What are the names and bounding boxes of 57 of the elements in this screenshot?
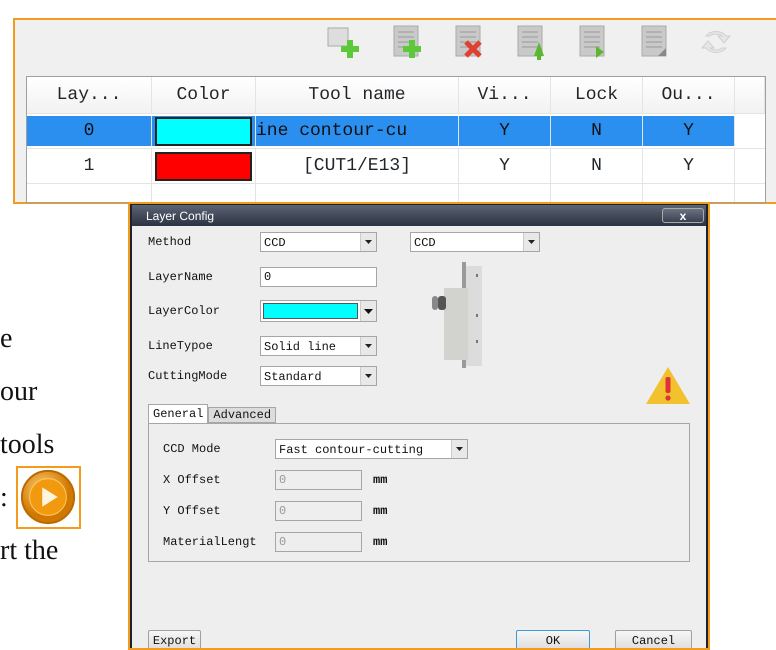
unit-label: mm — [373, 534, 388, 551]
color-swatch[interactable] — [155, 116, 252, 146]
text-fragment: : — [0, 481, 8, 515]
play-icon[interactable] — [16, 466, 81, 529]
column-header[interactable]: Lay... — [27, 77, 152, 113]
unit-label: mm — [373, 472, 388, 489]
dropdown[interactable]: Solid line — [260, 336, 377, 356]
text-fragment: rt the — [0, 534, 58, 568]
table-cell[interactable]: N — [551, 149, 643, 183]
table-cell[interactable]: ine contour-cu — [256, 116, 459, 146]
caret-icon[interactable] — [456, 447, 463, 451]
table-cell[interactable]: 1 — [27, 149, 152, 183]
column-header[interactable]: Vi... — [459, 77, 551, 113]
table-cell[interactable]: [CUT1/E13] — [256, 149, 459, 183]
dialog-button[interactable]: OK — [516, 630, 590, 648]
caret-icon[interactable] — [528, 240, 535, 244]
column-header[interactable]: Color — [152, 77, 256, 113]
column-header[interactable]: Ou... — [643, 77, 735, 113]
tab[interactable]: General — [148, 404, 208, 423]
text-fragment: e — [0, 322, 12, 356]
field-label: LineTypoe — [148, 338, 214, 355]
column-header[interactable]: Lock — [551, 77, 643, 113]
field-label: CCD Mode — [163, 441, 222, 458]
field-label: Y Offset — [163, 503, 222, 520]
caret-icon[interactable] — [364, 308, 373, 314]
field-label: MaterialLengt — [163, 534, 258, 551]
field-label: LayerName — [148, 269, 214, 286]
table-cell[interactable]: Y — [459, 116, 551, 146]
field-label: CuttingMode — [148, 368, 228, 385]
field-label: Method — [148, 234, 192, 251]
caret-icon[interactable] — [365, 240, 372, 244]
color-picker[interactable] — [260, 300, 377, 322]
unit-label: mm — [373, 503, 388, 520]
column-header[interactable]: Tool name — [256, 77, 459, 113]
text-field[interactable]: 0 — [260, 267, 377, 287]
table-cell[interactable]: 0 — [27, 116, 152, 146]
field-label: X Offset — [163, 472, 222, 489]
dropdown[interactable]: Standard — [260, 366, 377, 386]
close-button[interactable]: x — [662, 208, 704, 223]
table-cell[interactable]: Y — [459, 149, 551, 183]
color-swatch[interactable] — [155, 152, 252, 180]
dropdown[interactable]: CCD — [410, 232, 540, 252]
caret-icon[interactable] — [365, 374, 372, 378]
text-fragment: tools — [0, 428, 54, 462]
caret-icon[interactable] — [365, 344, 372, 348]
dropdown[interactable]: CCD — [260, 232, 377, 252]
dialog-button[interactable]: Cancel — [615, 630, 692, 648]
text-fragment: our — [0, 375, 38, 409]
field-label: LayerColor — [148, 303, 222, 320]
table-cell[interactable]: Y — [643, 149, 735, 183]
window-title: Layer Config — [146, 208, 214, 224]
dialog-button[interactable]: Export — [148, 630, 201, 648]
table-cell[interactable]: N — [551, 116, 643, 146]
warning-icon — [646, 366, 690, 404]
dropdown[interactable]: Fast contour-cutting — [275, 439, 468, 459]
tab[interactable]: Advanced — [208, 407, 276, 423]
table-cell[interactable]: Y — [643, 116, 735, 146]
